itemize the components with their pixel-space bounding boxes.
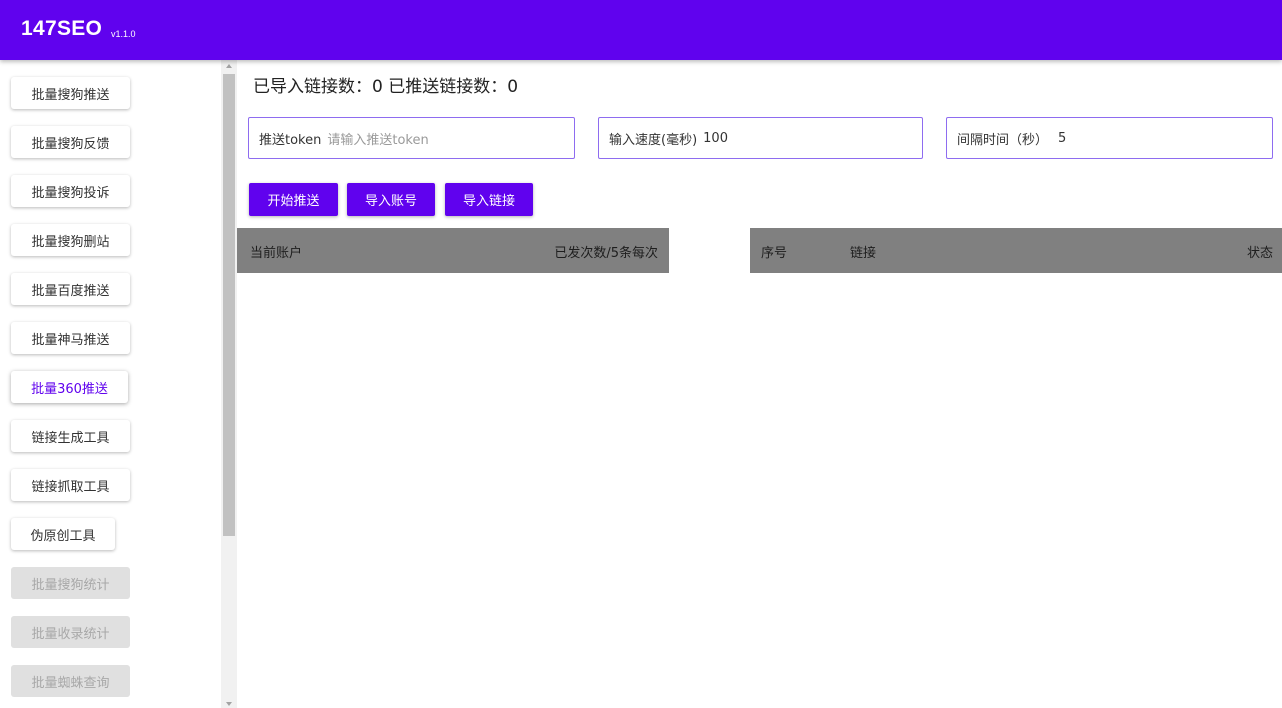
interval-field-value: 5 [1058, 130, 1067, 146]
sidebar-item-sogou-complaint[interactable]: 批量搜狗投诉 [11, 175, 130, 207]
sidebar-item-360-push[interactable]: 批量360推送 [11, 371, 128, 403]
col-status: 状态 [1246, 246, 1273, 261]
col-sent-count: 已发次数/5条每次 [554, 246, 658, 261]
sidebar-item-link-scraper[interactable]: 链接抓取工具 [11, 469, 130, 501]
sidebar-item-baidu-push[interactable]: 批量百度推送 [11, 273, 130, 305]
app-title: 147SEO [21, 17, 103, 40]
scroll-down-arrow-icon[interactable] [226, 702, 232, 706]
token-field[interactable]: 推送token 请输入推送token [248, 117, 575, 159]
sidebar: 批量搜狗推送 批量搜狗反馈 批量搜狗投诉 批量搜狗删站 批量百度推送 批量神马推… [0, 60, 220, 708]
sidebar-item-sogou-stats[interactable]: 批量搜狗统计 [11, 567, 130, 599]
col-link: 链接 [850, 246, 877, 261]
col-index: 序号 [761, 246, 788, 261]
speed-field[interactable]: 输入速度(毫秒) 100 [598, 117, 923, 159]
start-push-button[interactable]: 开始推送 [249, 183, 338, 216]
sidebar-scrollbar-thumb[interactable] [223, 74, 235, 536]
token-field-placeholder: 请输入推送token [327, 132, 429, 148]
app-version: v1.1.0 [111, 29, 136, 39]
accounts-table-header: 当前账户 已发次数/5条每次 [237, 228, 669, 273]
sidebar-item-sogou-feedback[interactable]: 批量搜狗反馈 [11, 126, 130, 158]
scroll-up-arrow-icon[interactable] [226, 64, 232, 68]
speed-field-value: 100 [703, 130, 728, 146]
links-table-header: 序号 链接 状态 [750, 228, 1282, 273]
sidebar-item-spider-query[interactable]: 批量蜘蛛查询 [11, 665, 130, 697]
speed-field-label: 输入速度(毫秒) [609, 132, 698, 148]
sidebar-item-index-stats[interactable]: 批量收录统计 [11, 616, 130, 648]
col-current-account: 当前账户 [250, 246, 303, 261]
sidebar-item-sogou-delete-site[interactable]: 批量搜狗删站 [11, 224, 130, 256]
interval-field-label: 间隔时间（秒） [957, 132, 1049, 148]
import-account-button[interactable]: 导入账号 [347, 183, 435, 216]
sidebar-item-shenma-push[interactable]: 批量神马推送 [11, 322, 130, 354]
interval-field[interactable]: 间隔时间（秒） 5 [946, 117, 1273, 159]
sidebar-item-link-generator[interactable]: 链接生成工具 [11, 420, 130, 452]
sidebar-item-pseudo-original[interactable]: 伪原创工具 [11, 518, 115, 550]
token-field-label: 推送token [259, 132, 322, 148]
app-header: 147SEO v1.1.0 [0, 0, 1282, 60]
main-panel: 已导入链接数：0 已推送链接数：0 推送token 请输入推送token 输入速… [237, 60, 1282, 708]
link-counts: 已导入链接数：0 已推送链接数：0 [253, 77, 519, 97]
sidebar-item-sogou-push[interactable]: 批量搜狗推送 [11, 77, 130, 109]
import-links-button[interactable]: 导入链接 [445, 183, 533, 216]
